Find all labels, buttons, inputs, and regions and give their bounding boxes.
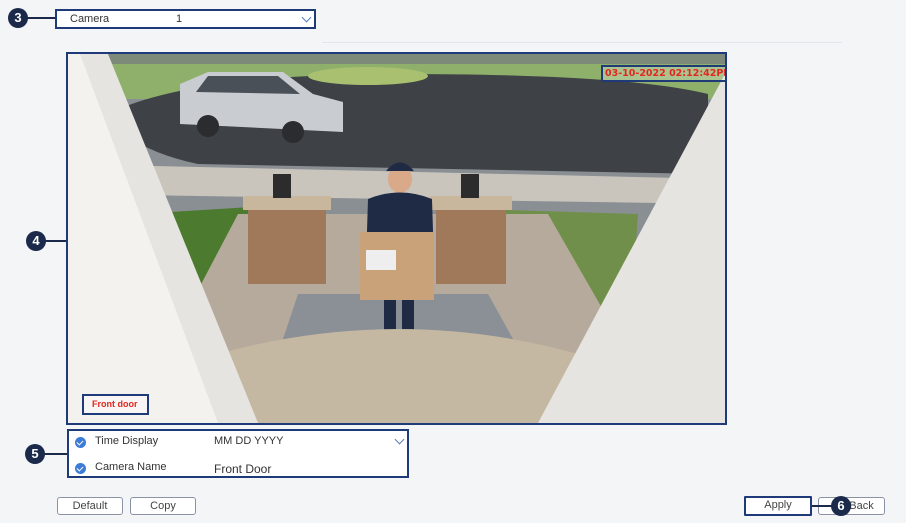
camera-value: 1 bbox=[176, 13, 183, 25]
copy-button[interactable]: Copy bbox=[130, 497, 196, 515]
osd-timestamp[interactable]: 03-10-2022 02:12:42PM bbox=[601, 65, 725, 82]
osd-settings-box: Time Display MM DD YYYY Camera Name Fron… bbox=[67, 429, 409, 478]
time-display-label: Time Display bbox=[95, 435, 159, 447]
callout-marker-6: 6 bbox=[831, 496, 851, 516]
camera-name-label: Camera Name bbox=[95, 461, 167, 473]
callout-line-5 bbox=[44, 453, 67, 455]
time-display-select[interactable]: MM DD YYYY bbox=[214, 435, 283, 447]
callout-line-3 bbox=[27, 17, 55, 19]
divider bbox=[322, 42, 842, 43]
default-button[interactable]: Default bbox=[57, 497, 123, 515]
camera-name-check-icon[interactable] bbox=[75, 463, 86, 474]
camera-preview: 03-10-2022 02:12:42PM Front door bbox=[66, 52, 727, 425]
camera-scene-image bbox=[68, 54, 725, 423]
apply-button[interactable]: Apply bbox=[744, 496, 812, 516]
camera-name-row: Camera Name Front Door bbox=[69, 456, 407, 478]
osd-camera-name[interactable]: Front door bbox=[82, 394, 149, 415]
callout-line-4 bbox=[45, 240, 67, 242]
camera-select[interactable]: Camera 1 bbox=[55, 9, 316, 29]
time-display-check-icon[interactable] bbox=[75, 437, 86, 448]
callout-marker-5: 5 bbox=[25, 444, 45, 464]
chevron-down-icon[interactable] bbox=[394, 434, 405, 445]
time-display-row: Time Display MM DD YYYY bbox=[69, 432, 407, 454]
chevron-down-icon[interactable] bbox=[301, 12, 312, 23]
camera-label: Camera bbox=[70, 13, 110, 25]
camera-name-input[interactable]: Front Door bbox=[214, 462, 271, 476]
callout-marker-3: 3 bbox=[8, 8, 28, 28]
callout-marker-4: 4 bbox=[26, 231, 46, 251]
